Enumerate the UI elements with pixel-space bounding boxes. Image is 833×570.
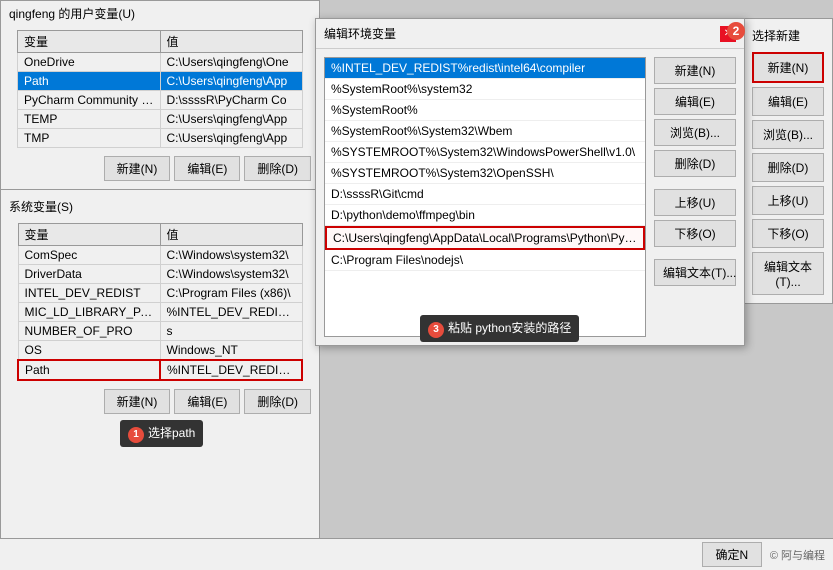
sys-var-row[interactable]: NUMBER_OF_PROs xyxy=(18,322,302,341)
path-list-item[interactable]: C:\Users\qingfeng\AppData\Local\Programs… xyxy=(325,226,645,250)
path-list-item[interactable]: D:\python\demo\ffmpeg\bin xyxy=(325,205,645,226)
user-var-value: C:\Users\qingfeng\App xyxy=(160,110,303,129)
sys-var-row[interactable]: MIC_LD_LIBRARY_PATH%INTEL_DEV_REDIST% xyxy=(18,303,302,322)
user-var-row[interactable]: PathC:\Users\qingfeng\App xyxy=(18,72,303,91)
user-var-name: Path xyxy=(18,72,161,91)
path-list-item[interactable]: %SYSTEMROOT%\System32\OpenSSH\ xyxy=(325,163,645,184)
right-new-button[interactable]: 新建(N) xyxy=(752,52,824,83)
user-var-name: OneDrive xyxy=(18,53,161,72)
dialog-movedown-button[interactable]: 下移(O) xyxy=(654,220,736,247)
sys-var-name: OS xyxy=(18,341,160,361)
sys-var-name: ComSpec xyxy=(18,246,160,265)
user-vars-container: 变量 值 OneDriveC:\Users\qingfeng\OnePathC:… xyxy=(1,26,319,152)
sys-new-button[interactable]: 新建(N) xyxy=(104,389,171,414)
sys-var-value: %INTEL_DEV_REDIST% xyxy=(160,360,302,380)
annotation-3-badge: 3 xyxy=(428,322,444,338)
sys-var-value: C:\Program Files (x86)\ xyxy=(160,284,302,303)
annotation-paste-python: 3粘贴 python安装的路径 xyxy=(420,315,579,342)
sys-var-value: %INTEL_DEV_REDIST% xyxy=(160,303,302,322)
dialog-action-buttons: 新建(N) 编辑(E) 浏览(B)... 删除(D) 上移(U) 下移(O) 编… xyxy=(654,57,736,337)
confirm-button[interactable]: 确定N xyxy=(702,542,762,567)
user-new-button[interactable]: 新建(N) xyxy=(104,156,171,181)
user-var-value: C:\Users\qingfeng\One xyxy=(160,53,303,72)
user-var-row[interactable]: TMPC:\Users\qingfeng\App xyxy=(18,129,303,148)
dialog-body: %INTEL_DEV_REDIST%redist\intel64\compile… xyxy=(316,49,744,345)
sys-vars-container: 变量 值 ComSpecC:\Windows\system32\DriverDa… xyxy=(1,219,319,385)
right-browse-button[interactable]: 浏览(B)... xyxy=(752,120,824,149)
user-delete-button[interactable]: 删除(D) xyxy=(244,156,311,181)
right-edittext-button[interactable]: 编辑文本(T)... xyxy=(752,252,824,295)
annotation-1-badge: 1 xyxy=(128,427,144,443)
dialog-delete-button[interactable]: 删除(D) xyxy=(654,150,736,177)
user-var-row[interactable]: OneDriveC:\Users\qingfeng\One xyxy=(18,53,303,72)
sys-var-value: C:\Windows\system32\ xyxy=(160,246,302,265)
user-vars-buttons: 新建(N) 编辑(E) 删除(D) xyxy=(1,152,319,185)
edit-env-dialog: 编辑环境变量 ✕ %INTEL_DEV_REDIST%redist\intel6… xyxy=(315,18,745,346)
sys-var-name: Path xyxy=(18,360,160,380)
user-var-row[interactable]: TEMPC:\Users\qingfeng\App xyxy=(18,110,303,129)
sys-vars-buttons: 新建(N) 编辑(E) 删除(D) xyxy=(1,385,319,418)
dialog-title-bar: 编辑环境变量 ✕ xyxy=(316,19,744,49)
sys-vars-title: 系统变量(S) xyxy=(1,194,319,219)
path-list: %INTEL_DEV_REDIST%redist\intel64\compile… xyxy=(324,57,646,337)
dialog-new-button[interactable]: 新建(N) xyxy=(654,57,736,84)
path-list-item[interactable]: C:\Program Files\nodejs\ xyxy=(325,250,645,271)
annotation-select-path: 1选择path xyxy=(120,420,203,447)
right-delete-button[interactable]: 删除(D) xyxy=(752,153,824,182)
dialog-browse-button[interactable]: 浏览(B)... xyxy=(654,119,736,146)
sys-var-row[interactable]: DriverDataC:\Windows\system32\ xyxy=(18,265,302,284)
user-var-value: C:\Users\qingfeng\App xyxy=(160,72,303,91)
user-vars-table: 变量 值 OneDriveC:\Users\qingfeng\OnePathC:… xyxy=(17,30,303,148)
sys-var-name: MIC_LD_LIBRARY_PATH xyxy=(18,303,160,322)
path-list-container: %INTEL_DEV_REDIST%redist\intel64\compile… xyxy=(324,57,646,337)
user-var-name: TEMP xyxy=(18,110,161,129)
user-vars-title: qingfeng 的用户变量(U) xyxy=(1,1,319,26)
sys-vars-table: 变量 值 ComSpecC:\Windows\system32\DriverDa… xyxy=(17,223,303,381)
sys-var-row[interactable]: INTEL_DEV_REDISTC:\Program Files (x86)\ xyxy=(18,284,302,303)
sys-var-row[interactable]: OSWindows_NT xyxy=(18,341,302,361)
user-var-row[interactable]: PyCharm Community Editi...D:\ssssR\PyCha… xyxy=(18,91,303,110)
right-movedown-button[interactable]: 下移(O) xyxy=(752,219,824,248)
user-var-name: TMP xyxy=(18,129,161,148)
user-var-value: D:\ssssR\PyCharm Co xyxy=(160,91,303,110)
sys-var-row[interactable]: ComSpecC:\Windows\system32\ xyxy=(18,246,302,265)
user-var-value: C:\Users\qingfeng\App xyxy=(160,129,303,148)
annotation-badge-2: 2 xyxy=(727,22,745,40)
path-list-item[interactable]: %INTEL_DEV_REDIST%redist\intel64\compile… xyxy=(325,58,645,79)
right-moveup-button[interactable]: 上移(U) xyxy=(752,186,824,215)
path-list-item[interactable]: D:\ssssR\Git\cmd xyxy=(325,184,645,205)
col-name-header: 变量 xyxy=(18,31,161,53)
path-list-item[interactable]: %SYSTEMROOT%\System32\WindowsPowerShell\… xyxy=(325,142,645,163)
right-panel-title: 选择新建 xyxy=(752,27,824,44)
right-panel: 选择新建 新建(N) 编辑(E) 浏览(B)... 删除(D) 上移(U) 下移… xyxy=(743,18,833,304)
col-value-header: 值 xyxy=(160,31,303,53)
sys-delete-button[interactable]: 删除(D) xyxy=(244,389,311,414)
sys-var-value: C:\Windows\system32\ xyxy=(160,265,302,284)
right-edit-button[interactable]: 编辑(E) xyxy=(752,87,824,116)
watermark: © 阿与编程 xyxy=(770,547,825,563)
bottom-bar: 确定N © 阿与编程 xyxy=(0,538,833,570)
sys-col-value-header: 值 xyxy=(160,224,302,246)
sys-col-name-header: 变量 xyxy=(18,224,160,246)
sys-var-name: DriverData xyxy=(18,265,160,284)
dialog-moveup-button[interactable]: 上移(U) xyxy=(654,189,736,216)
dialog-edit-button[interactable]: 编辑(E) xyxy=(654,88,736,115)
main-env-window: qingfeng 的用户变量(U) 变量 值 OneDriveC:\Users\… xyxy=(0,0,320,570)
sys-var-value: Windows_NT xyxy=(160,341,302,361)
path-list-item[interactable]: %SystemRoot%\system32 xyxy=(325,79,645,100)
user-edit-button[interactable]: 编辑(E) xyxy=(174,156,240,181)
sys-var-name: NUMBER_OF_PRO xyxy=(18,322,160,341)
sys-edit-button[interactable]: 编辑(E) xyxy=(174,389,240,414)
path-list-item[interactable]: %SystemRoot%\System32\Wbem xyxy=(325,121,645,142)
sys-var-name: INTEL_DEV_REDIST xyxy=(18,284,160,303)
dialog-edittext-button[interactable]: 编辑文本(T)... xyxy=(654,259,736,286)
sys-var-value: s xyxy=(160,322,302,341)
dialog-title-text: 编辑环境变量 xyxy=(324,25,396,42)
path-list-item[interactable]: %SystemRoot% xyxy=(325,100,645,121)
user-var-name: PyCharm Community Editi... xyxy=(18,91,161,110)
sys-var-row[interactable]: Path%INTEL_DEV_REDIST% xyxy=(18,360,302,380)
